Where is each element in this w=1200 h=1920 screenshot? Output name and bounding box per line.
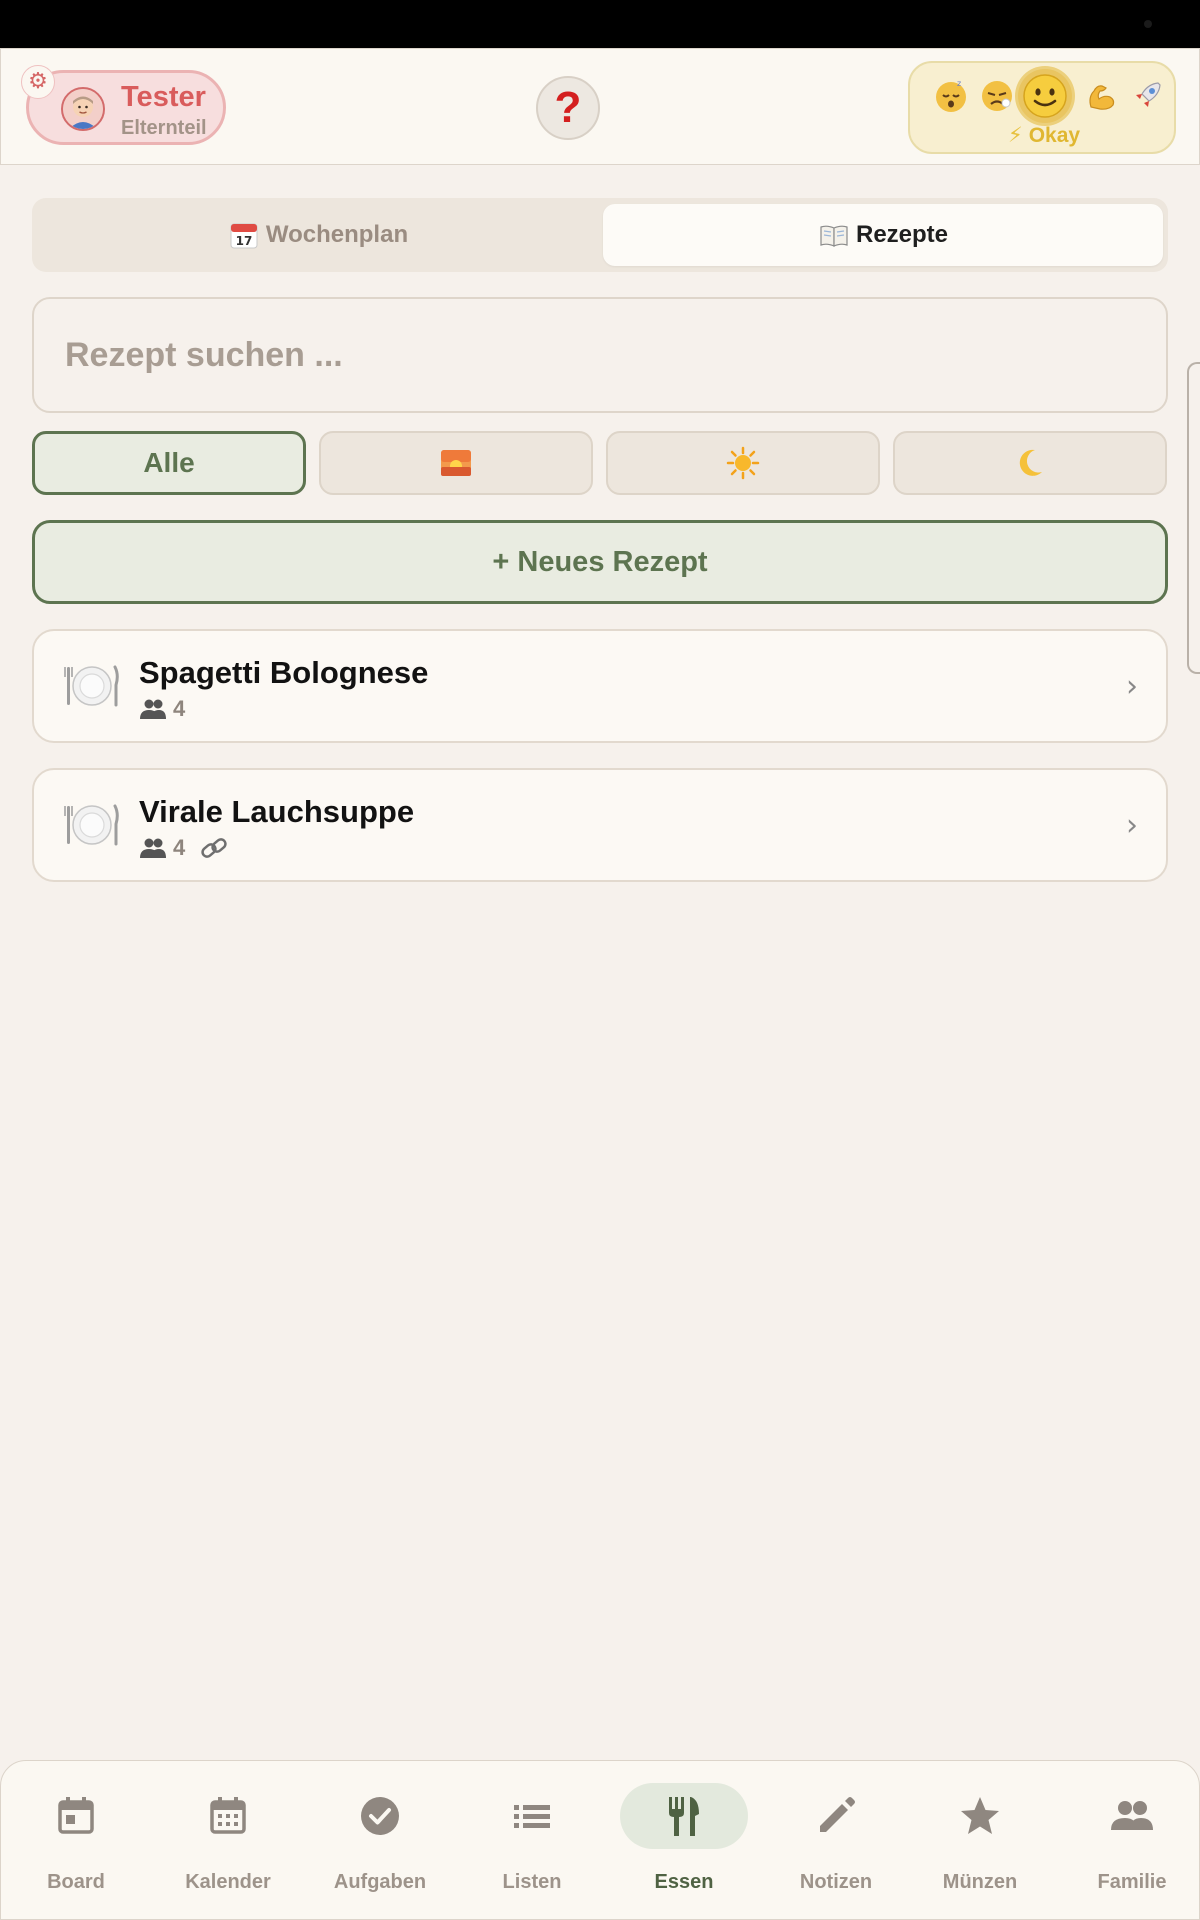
- star-icon: [916, 1783, 1044, 1849]
- fork-knife-plate-icon: [64, 800, 120, 850]
- filter-noon[interactable]: [606, 431, 880, 495]
- sun-emoji-icon: [726, 446, 760, 480]
- profile-name: Tester: [121, 81, 206, 113]
- nav-label: Listen: [502, 1871, 562, 1893]
- recipe-title: Spagetti Bolognese: [139, 655, 429, 690]
- sleepy-face-icon[interactable]: z: [932, 77, 970, 115]
- chevron-right-icon: ›: [1126, 808, 1138, 843]
- nav-item-familie[interactable]: Familie: [1057, 1761, 1200, 1920]
- rocket-icon[interactable]: [1128, 77, 1166, 115]
- check-circle-icon: [316, 1783, 444, 1849]
- tab-bar: 17 Wochenplan Rezepte: [32, 198, 1168, 272]
- crescent-moon-emoji-icon: [1019, 449, 1042, 476]
- tab-rezepte[interactable]: Rezepte: [603, 204, 1163, 266]
- open-book-emoji-icon: [818, 219, 850, 251]
- nav-item-board[interactable]: Board: [1, 1761, 151, 1920]
- nav-label: Kalender: [185, 1871, 271, 1893]
- recipe-meta: 4: [139, 834, 229, 862]
- help-button[interactable]: ?: [536, 76, 600, 140]
- servings-count: 4: [173, 835, 186, 860]
- new-recipe-button[interactable]: + Neues Rezept: [32, 520, 1168, 604]
- mood-panel: z ⚡ Okay: [908, 61, 1176, 154]
- flexed-biceps-icon[interactable]: [1082, 77, 1120, 115]
- nav-item-aufgaben[interactable]: Aufgaben: [305, 1761, 455, 1920]
- nav-label: Familie: [1097, 1871, 1167, 1893]
- avatar: [61, 87, 105, 131]
- recipe-card[interactable]: Spagetti Bolognese 4 ›: [32, 629, 1168, 743]
- restaurant-icon: [620, 1783, 748, 1849]
- profile-chip[interactable]: ⚙ Tester Elternteil: [21, 65, 226, 145]
- chevron-right-icon: ›: [1126, 669, 1138, 704]
- nav-item-essen[interactable]: Essen: [609, 1761, 759, 1920]
- calendar-month-icon: [164, 1783, 292, 1849]
- servings-count: 4: [173, 696, 186, 721]
- slightly-smiling-face-icon[interactable]: [1018, 69, 1072, 123]
- filter-all[interactable]: Alle: [32, 431, 306, 495]
- status-dot: [1144, 20, 1152, 28]
- nav-item-notizen[interactable]: Notizen: [761, 1761, 911, 1920]
- scroll-indicator[interactable]: [1187, 362, 1200, 674]
- nav-item-listen[interactable]: Listen: [457, 1761, 607, 1920]
- bottom-nav: Board Kalender Aufgaben Listen Essen Not…: [0, 1760, 1200, 1920]
- nav-label: Essen: [654, 1871, 714, 1893]
- calendar-emoji-icon: 17: [228, 219, 260, 251]
- tab-rezepte-label: Rezepte: [855, 221, 949, 248]
- people-icon: [139, 698, 167, 720]
- svg-text:z: z: [957, 79, 961, 88]
- nav-label: Aufgaben: [333, 1871, 427, 1893]
- recipe-title: Virale Lauchsuppe: [139, 794, 415, 829]
- list-icon: [468, 1783, 596, 1849]
- lightning-icon: ⚡: [1007, 124, 1023, 147]
- mood-label: ⚡ Okay: [910, 123, 1178, 148]
- nav-label: Münzen: [942, 1871, 1018, 1893]
- nav-item-muenzen[interactable]: Münzen: [905, 1761, 1055, 1920]
- gear-icon[interactable]: ⚙: [21, 65, 55, 99]
- fork-knife-plate-icon: [64, 661, 120, 711]
- tired-face-icon[interactable]: [978, 77, 1016, 115]
- tab-wochenplan-label: Wochenplan: [265, 221, 409, 248]
- recipe-meta: 4: [139, 695, 185, 723]
- link-icon: [199, 834, 229, 862]
- nav-label: Notizen: [799, 1871, 873, 1893]
- people-icon: [1068, 1783, 1196, 1849]
- pencil-icon: [772, 1783, 900, 1849]
- filter-morning[interactable]: [319, 431, 593, 495]
- sunrise-emoji-icon: [441, 450, 471, 476]
- calendar-today-icon: [12, 1783, 140, 1849]
- search-input[interactable]: [32, 297, 1168, 413]
- nav-item-kalender[interactable]: Kalender: [153, 1761, 303, 1920]
- status-bar: [0, 0, 1200, 48]
- tab-wochenplan[interactable]: 17 Wochenplan: [38, 204, 598, 266]
- top-header: ⚙ Tester Elternteil ? z ⚡ Okay: [0, 48, 1200, 165]
- recipe-card[interactable]: Virale Lauchsuppe 4 ›: [32, 768, 1168, 882]
- nav-label: Board: [47, 1871, 105, 1893]
- filter-evening[interactable]: [893, 431, 1167, 495]
- people-icon: [139, 837, 167, 859]
- svg-text:17: 17: [236, 234, 253, 248]
- profile-role: Elternteil: [121, 117, 207, 139]
- mood-label-text: Okay: [1028, 124, 1081, 147]
